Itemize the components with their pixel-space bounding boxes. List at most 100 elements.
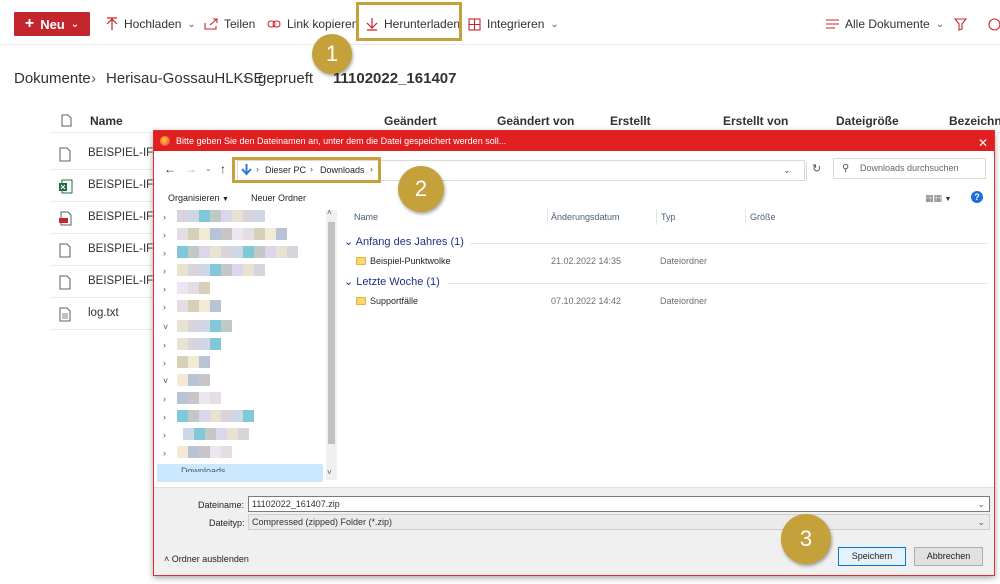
tree-expander-icon[interactable]: ˅ — [163, 322, 168, 332]
tree-expander-icon[interactable]: › — [163, 358, 166, 368]
tree-expander-icon[interactable]: › — [163, 394, 166, 404]
save-file-dialog: Bitte geben Sie den Dateinamen an, unter… — [153, 130, 995, 576]
column-header-modified[interactable]: Geändert — [384, 114, 437, 128]
breadcrumb-level2[interactable]: geprueft — [258, 70, 313, 87]
column-header-file-size[interactable]: Dateigröße — [836, 114, 899, 128]
search-input[interactable]: ⚲ Downloads durchsuchen — [833, 158, 986, 179]
info-button[interactable] — [988, 14, 1000, 34]
tree-expander-icon[interactable]: › — [163, 340, 166, 350]
obscured-nav-item — [177, 228, 188, 240]
view-options-icon[interactable]: ▦▦ ▼ — [925, 193, 951, 204]
obscured-nav-item — [210, 320, 221, 332]
share-label: Teilen — [224, 17, 256, 31]
document-icon — [59, 275, 71, 290]
navigation-pane[interactable]: ˄ ˅ Downloads › › › › › › ˅ › › ˅ › › › › — [157, 208, 339, 486]
list-item[interactable]: BEISPIEL-IFC_ — [50, 268, 168, 298]
obscured-nav-item — [210, 338, 221, 350]
tree-expander-icon[interactable]: › — [163, 266, 166, 276]
scroll-down-icon[interactable]: ˅ — [327, 468, 332, 477]
file-name[interactable]: Beispiel-Punktwolke — [370, 256, 451, 266]
tree-expander-icon[interactable]: › — [163, 248, 166, 258]
help-icon[interactable]: ? — [971, 191, 983, 203]
forward-arrow-icon[interactable]: → — [185, 162, 197, 176]
back-arrow-icon[interactable]: ← — [164, 162, 176, 176]
close-icon[interactable]: ✕ — [978, 133, 988, 153]
up-arrow-icon[interactable]: ↑ — [220, 162, 226, 176]
chevron-down-icon: ⌄ — [550, 18, 559, 30]
column-header-created-by[interactable]: Erstellt von — [723, 114, 788, 128]
view-selector[interactable]: Alle Dokumente ⌄ — [826, 14, 944, 34]
hide-folders-toggle[interactable]: ˄ Ordner ausblenden — [164, 554, 249, 564]
list-item[interactable]: BEISPIEL-IFC_ — [50, 236, 168, 266]
list-item[interactable]: BEISPIEL-IFC_ — [50, 204, 168, 234]
obscured-nav-item — [232, 410, 243, 422]
tree-expander-icon[interactable]: › — [163, 284, 166, 294]
recent-chevron-icon[interactable]: ⌄ — [205, 164, 212, 173]
tree-expander-icon[interactable]: › — [163, 430, 166, 440]
breadcrumb-level1[interactable]: Herisau-GossauHLKSE — [106, 70, 264, 87]
obscured-nav-item — [188, 246, 199, 258]
scroll-up-icon[interactable]: ˄ — [327, 208, 332, 217]
search-placeholder: Downloads durchsuchen — [860, 163, 959, 173]
column-header-date[interactable]: Änderungsdatum — [551, 212, 620, 222]
list-item[interactable]: log.txt — [50, 300, 160, 330]
chevron-down-icon[interactable]: ⌄ — [977, 515, 985, 529]
column-header-name[interactable]: Name — [90, 114, 123, 128]
organize-menu[interactable]: Organisieren ▼ — [168, 193, 229, 203]
column-divider — [745, 209, 746, 225]
list-item[interactable]: BEISPIEL-IFC_ — [50, 140, 168, 170]
new-folder-button[interactable]: Neuer Ordner — [251, 193, 306, 203]
chevron-down-icon[interactable]: ⌄ — [977, 497, 985, 511]
nav-scrollbar[interactable]: ˄ ˅ — [326, 208, 337, 480]
column-header-size[interactable]: Größe — [750, 212, 776, 222]
filter-button[interactable] — [954, 14, 967, 34]
file-name[interactable]: Supportfälle — [370, 296, 418, 306]
save-button[interactable]: Speichern — [838, 547, 906, 566]
obscured-nav-item — [221, 320, 232, 332]
obscured-nav-item — [177, 300, 188, 312]
tree-expander-icon[interactable]: › — [163, 412, 166, 422]
column-header-name[interactable]: Name — [354, 212, 378, 222]
upload-button[interactable]: Hochladen ⌄ — [106, 14, 196, 34]
copy-link-button[interactable]: Link kopieren — [267, 14, 358, 34]
refresh-icon[interactable]: ↻ — [806, 162, 821, 181]
obscured-nav-item — [210, 410, 221, 422]
callout-badge-2: 2 — [398, 166, 444, 212]
address-dropdown-icon[interactable]: ⌄ — [783, 165, 791, 176]
link-icon — [267, 20, 281, 28]
tree-expander-icon[interactable]: › — [163, 212, 166, 222]
obscured-nav-item — [265, 246, 276, 258]
filetype-select[interactable]: Compressed (zipped) Folder (*.zip) ⌄ — [248, 514, 990, 530]
cancel-button[interactable]: Abbrechen — [914, 547, 983, 566]
filename-input[interactable]: 11102022_161407.zip ⌄ — [248, 496, 990, 512]
obscured-nav-item — [221, 264, 232, 276]
nav-selected-item[interactable]: Downloads — [157, 464, 323, 482]
scrollbar-thumb[interactable] — [328, 222, 335, 444]
obscured-nav-item — [265, 228, 276, 240]
tree-expander-icon[interactable]: ˅ — [163, 376, 168, 386]
path-highlight — [232, 157, 381, 183]
firefox-icon — [160, 136, 170, 146]
tree-expander-icon[interactable]: › — [163, 302, 166, 312]
filename-value: 11102022_161407.zip — [252, 499, 340, 509]
new-button[interactable]: + Neu ⌄ — [14, 12, 90, 36]
chevron-right-icon: › — [243, 70, 248, 87]
group-header-last-week[interactable]: ⌄ Letzte Woche (1) — [344, 275, 440, 288]
integrate-button[interactable]: Integrieren ⌄ — [468, 14, 559, 34]
tree-expander-icon[interactable]: › — [163, 230, 166, 240]
list-item[interactable]: BEISPIEL-IFC_ — [50, 172, 168, 202]
column-header-modified-by[interactable]: Geändert von — [497, 114, 574, 128]
column-header-label[interactable]: Bezeichnu — [949, 114, 1000, 128]
obscured-nav-item — [210, 228, 221, 240]
column-header-created[interactable]: Erstellt — [610, 114, 651, 128]
column-header-type[interactable]: Typ — [661, 212, 676, 222]
tree-expander-icon[interactable]: › — [163, 448, 166, 458]
breadcrumb-root[interactable]: Dokumente — [14, 70, 91, 87]
obscured-nav-item — [188, 300, 199, 312]
obscured-nav-item — [276, 246, 287, 258]
share-button[interactable]: Teilen — [204, 14, 255, 34]
caret-down-icon: ▼ — [222, 196, 229, 203]
group-header-year[interactable]: ⌄ Anfang des Jahres (1) — [344, 235, 464, 248]
obscured-nav-item — [177, 338, 188, 350]
list-view-icon — [826, 19, 839, 29]
